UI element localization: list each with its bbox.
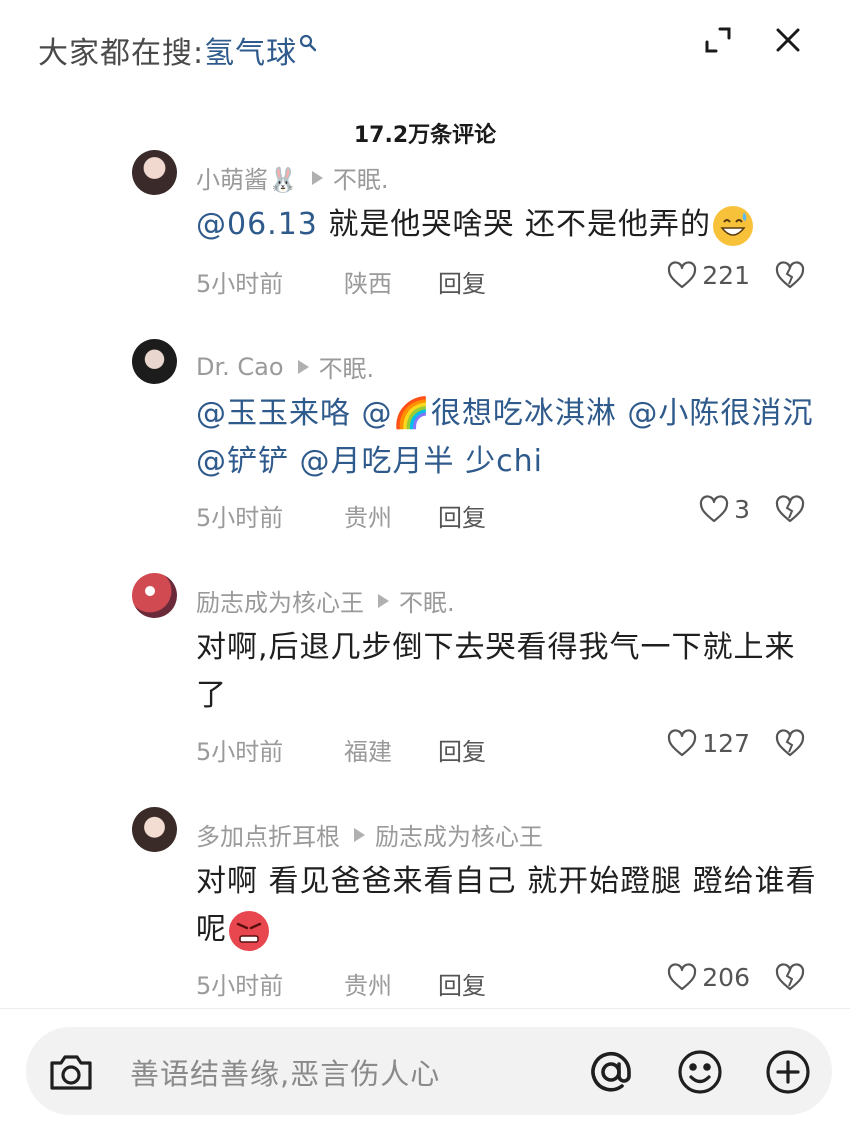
avatar[interactable] xyxy=(132,807,177,852)
comment-location: 贵州 xyxy=(344,504,392,532)
comment-footer: 5小时前 福建 回复 127 xyxy=(196,726,816,766)
search-prefix: 大家都在搜: xyxy=(38,36,205,71)
comment-location: 福建 xyxy=(344,738,392,766)
reply-to-name[interactable]: 不眠. xyxy=(333,160,389,195)
comment-time: 5小时前 xyxy=(196,504,284,532)
close-icon[interactable] xyxy=(770,22,806,58)
reply-button[interactable]: 回复 xyxy=(438,732,486,767)
comment-time: 5小时前 xyxy=(196,972,284,1000)
broken-heart-icon xyxy=(775,261,805,289)
comment-footer: 5小时前 陕西 回复 221 xyxy=(196,258,816,298)
broken-heart-icon xyxy=(775,495,805,523)
heart-icon xyxy=(699,495,729,523)
author-name[interactable]: 多加点折耳根 xyxy=(196,817,340,852)
reply-arrow-icon xyxy=(354,827,365,842)
heart-icon xyxy=(668,729,697,757)
trending-search[interactable]: 大家都在搜: 氢气球 xyxy=(38,28,317,72)
comment-body: 对啊 看见爸爸来看自己 就开始蹬腿 蹬给谁看呢 xyxy=(196,864,817,947)
camera-icon[interactable] xyxy=(46,1047,96,1097)
reply-button[interactable]: 回复 xyxy=(438,498,486,533)
like-button[interactable]: 206 xyxy=(640,962,750,992)
dislike-button[interactable] xyxy=(774,260,806,296)
comment-time: 5小时前 xyxy=(196,738,284,766)
search-keyword[interactable]: 氢气球 xyxy=(204,28,297,72)
broken-heart-icon xyxy=(775,729,805,757)
comment-time: 5小时前 xyxy=(196,270,284,298)
divider xyxy=(0,1008,850,1009)
author-name[interactable]: Dr. Cao xyxy=(196,353,284,381)
like-count: 206 xyxy=(702,962,750,992)
reply-button[interactable]: 回复 xyxy=(438,264,486,299)
comment-text: @玉玉来咯 @🌈很想吃冰淇淋 @小陈很消沉 @铲铲 @月吃月半 少chi xyxy=(196,390,821,486)
comment-text: 对啊 看见爸爸来看自己 就开始蹬腿 蹬给谁看呢 xyxy=(196,858,821,954)
like-button[interactable]: 221 xyxy=(640,260,750,290)
author-name[interactable]: 励志成为核心王 xyxy=(196,583,364,618)
reply-arrow-icon xyxy=(311,170,323,185)
reply-to-name[interactable]: 不眠. xyxy=(399,583,455,618)
add-icon[interactable] xyxy=(763,1047,813,1097)
reply-arrow-icon xyxy=(297,359,309,374)
like-count: 3 xyxy=(734,494,750,524)
comment-meta: 小萌酱🐰 不眠. xyxy=(196,160,389,195)
comment-input[interactable]: 善语结善缘,恶言伤人心 xyxy=(130,1051,440,1093)
like-count: 221 xyxy=(702,260,750,290)
comment-location: 贵州 xyxy=(344,972,392,1000)
heart-icon xyxy=(668,963,697,991)
dislike-button[interactable] xyxy=(774,728,806,764)
avatar[interactable] xyxy=(132,339,177,384)
comment-meta: 多加点折耳根 励志成为核心王 xyxy=(196,817,543,852)
like-button[interactable]: 3 xyxy=(640,494,750,524)
grinning-sweat-emoji xyxy=(712,205,753,246)
comment-footer: 5小时前 贵州 回复 206 xyxy=(196,960,816,1000)
reply-to-name[interactable]: 励志成为核心王 xyxy=(375,817,543,852)
like-button[interactable]: 127 xyxy=(640,728,750,758)
comment-meta: Dr. Cao 不眠. xyxy=(196,349,374,384)
header: 大家都在搜: 氢气球 xyxy=(0,0,850,90)
dislike-button[interactable] xyxy=(774,962,806,998)
heart-icon xyxy=(668,261,697,289)
search-icon xyxy=(299,33,317,57)
comment-body: 少chi xyxy=(454,444,543,479)
emoji-icon[interactable] xyxy=(675,1047,725,1097)
broken-heart-icon xyxy=(775,963,805,991)
expand-icon[interactable] xyxy=(700,22,736,58)
at-icon[interactable] xyxy=(586,1047,636,1097)
reply-to-name[interactable]: 不眠. xyxy=(319,349,375,384)
dislike-button[interactable] xyxy=(774,494,806,530)
comment-input-bar[interactable]: 善语结善缘,恶言伤人心 xyxy=(26,1027,832,1115)
comment-count: 17.2万条评论 xyxy=(353,123,497,148)
like-count: 127 xyxy=(702,728,750,758)
comment-footer: 5小时前 贵州 回复 3 xyxy=(196,492,816,532)
comment-text: @06.13 就是他哭啥哭 还不是他弄的 xyxy=(196,201,821,249)
angry-face-emoji xyxy=(229,910,269,951)
comment-meta: 励志成为核心王 不眠. xyxy=(196,583,455,618)
comments-panel: 大家都在搜: 氢气球 17.2万条评论 小萌酱🐰 不眠. @06.13 就是他哭… xyxy=(0,0,850,1132)
avatar[interactable] xyxy=(132,150,177,195)
reply-arrow-icon xyxy=(378,593,389,608)
author-name[interactable]: 小萌酱🐰 xyxy=(196,160,298,195)
mention[interactable]: @06.13 xyxy=(196,207,318,242)
avatar[interactable] xyxy=(132,573,177,618)
comment-text: 对啊,后退几步倒下去哭看得我气一下就上来了 xyxy=(196,630,796,713)
comment-body: 就是他哭啥哭 还不是他弄的 xyxy=(317,207,711,242)
comment-location: 陕西 xyxy=(344,270,392,298)
reply-button[interactable]: 回复 xyxy=(438,966,486,1001)
